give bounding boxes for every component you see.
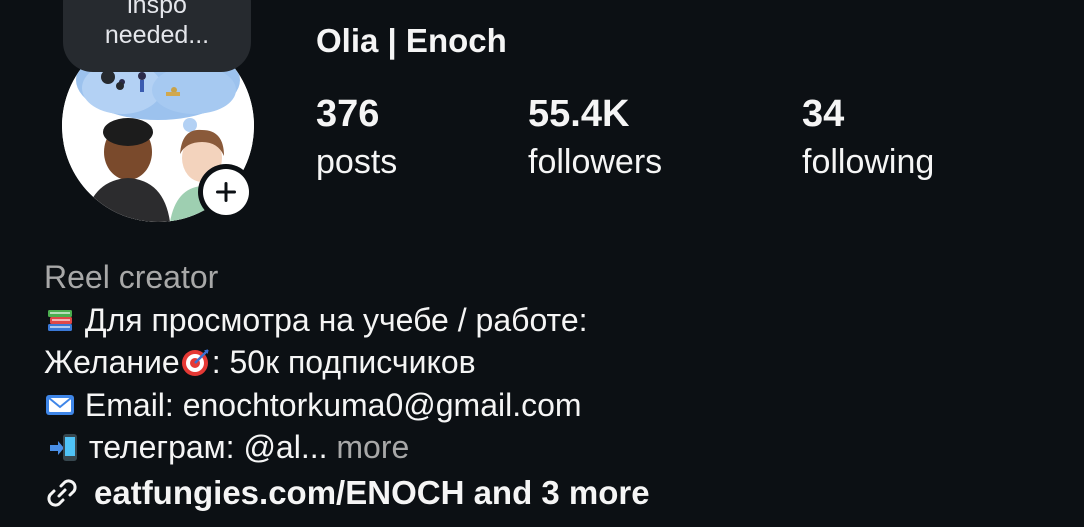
bio-line-study: Для просмотра на учебе / работе: — [44, 299, 588, 342]
bio-line-email-text: Email: enochtorkuma0@gmail.com — [84, 386, 582, 423]
stat-posts[interactable]: 376 posts — [316, 92, 397, 188]
bio-line-telegram-text: телеграм: @al... — [88, 429, 328, 465]
bio-line-email: Email: enochtorkuma0@gmail.com — [44, 384, 588, 427]
bio-line-telegram: телеграм: @al... more — [44, 426, 588, 469]
profile-links[interactable]: eatfungies.com/ENOCH and 3 more — [44, 474, 650, 512]
stat-posts-value: 376 — [316, 93, 380, 135]
plus-icon — [216, 182, 236, 202]
profile-links-text: eatfungies.com/ENOCH and 3 more — [94, 474, 650, 511]
bio-line-goal-prefix: Желание — [44, 344, 180, 380]
profile-category: Reel creator — [44, 259, 219, 295]
bio-line-study-text: Для просмотра на учебе / работе: — [84, 301, 588, 338]
mobile-arrow-emoji-icon — [50, 434, 77, 461]
stat-followers[interactable]: 55.4K followers — [528, 92, 662, 188]
stat-posts-label: posts — [316, 143, 398, 181]
add-story-button[interactable] — [198, 164, 254, 220]
bio-line-goal: Желание : 50к подписчиков — [44, 341, 588, 384]
bio-line-goal-text: : 50к подписчиков — [211, 344, 476, 380]
stat-followers-value: 55.4K — [528, 93, 630, 135]
profile-bio: Reel creator Для просмотра на учебе / ра… — [44, 256, 588, 469]
note-bubble-tail-small — [116, 82, 124, 90]
link-icon — [47, 479, 77, 507]
stat-following-label: following — [802, 143, 935, 181]
profile-note-bubble[interactable]: inspo needed... — [63, 0, 251, 72]
envelope-emoji-icon — [46, 394, 74, 415]
bio-more-link[interactable]: more — [336, 429, 409, 465]
stat-following[interactable]: 34 following — [802, 92, 934, 188]
target-emoji-icon — [181, 349, 209, 376]
profile-note-text: inspo needed... — [104, 0, 210, 49]
stat-following-value: 34 — [802, 93, 845, 135]
note-bubble-tail-large — [101, 70, 115, 84]
profile-display-name: Olia | Enoch — [316, 22, 507, 59]
books-emoji-icon — [48, 309, 72, 331]
stat-followers-label: followers — [528, 143, 663, 181]
